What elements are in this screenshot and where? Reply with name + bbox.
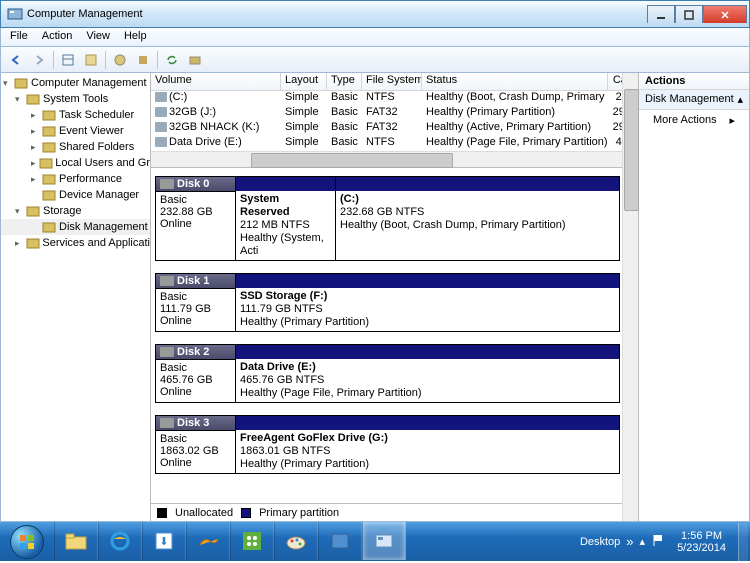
volume-headers[interactable]: Volume Layout Type File System Status Ca… [151,73,638,91]
main-area: ▾Computer Management▾System Tools▸Task S… [0,73,750,522]
tree-node[interactable]: ▾Computer Management [1,75,150,91]
collapse-icon: ▴ [737,93,743,106]
horizontal-scrollbar[interactable] [151,151,638,167]
tree-node[interactable]: ▸Local Users and Gr [1,155,150,171]
window-title: Computer Management [27,8,647,20]
menu-view[interactable]: View [79,28,117,46]
actions-section-label: Disk Management [645,93,734,106]
legend-unallocated: Unallocated [175,507,233,519]
menu-action[interactable]: Action [35,28,80,46]
partition[interactable]: FreeAgent GoFlex Drive (G:)1863.01 GB NT… [236,416,619,473]
disk-graphic-area[interactable]: Disk 0Basic232.88 GBOnlineSystem Reserve… [151,168,638,503]
menu-file[interactable]: File [3,28,35,46]
app-icon [7,6,23,22]
toolbar [0,47,750,73]
col-type[interactable]: Type [327,73,362,90]
tray-time: 1:56 PM [677,530,726,542]
actions-more[interactable]: More Actions ▸ [639,110,749,131]
icon-b[interactable] [184,49,206,71]
icon-a[interactable] [132,49,154,71]
disk-row[interactable]: Disk 2Basic465.76 GBOnlineData Drive (E:… [155,344,620,403]
back-button[interactable] [5,49,27,71]
partition[interactable]: System Reserved212 MB NTFSHealthy (Syste… [236,177,336,260]
volume-row[interactable]: (C:)SimpleBasicNTFSHealthy (Boot, Crash … [151,91,638,106]
partition[interactable]: SSD Storage (F:)111.79 GB NTFSHealthy (P… [236,274,619,331]
disk-row[interactable]: Disk 0Basic232.88 GBOnlineSystem Reserve… [155,176,620,261]
actions-header: Actions [639,73,749,90]
disk-row[interactable]: Disk 3Basic1863.02 GBOnlineFreeAgent GoF… [155,415,620,474]
col-layout[interactable]: Layout [281,73,327,90]
close-button[interactable] [703,5,747,23]
col-filesystem[interactable]: File System [362,73,422,90]
help-icon[interactable] [109,49,131,71]
menu-bar: File Action View Help [0,28,750,47]
system-tray: Desktop » ▴ 1:56 PM 5/23/2014 [580,523,750,561]
legend: Unallocated Primary partition [151,503,638,521]
legend-swatch-primary [241,508,251,518]
forward-button[interactable] [28,49,50,71]
refresh-icon[interactable] [161,49,183,71]
taskbar-explorer[interactable] [54,522,98,560]
tree-node[interactable]: ▸Event Viewer [1,123,150,139]
actions-panel: Actions Disk Management ▴ More Actions ▸ [638,73,749,521]
tray-expand-icon[interactable]: ▴ [640,535,646,548]
tree-node[interactable]: ▸Performance [1,171,150,187]
volume-row[interactable]: 32GB NHACK (K:)SimpleBasicFAT32Healthy (… [151,121,638,136]
tree-node[interactable]: Disk Management [1,219,150,235]
taskbar: ⬇ Desktop » ▴ 1:56 PM 5/23/2014 [0,522,750,561]
col-volume[interactable]: Volume [151,73,281,90]
tree-node[interactable]: Device Manager [1,187,150,203]
taskbar-items: ⬇ [54,522,406,561]
window-titlebar: Computer Management [0,0,750,28]
tree-node[interactable]: ▾Storage [1,203,150,219]
volume-row[interactable]: 32GB (J:)SimpleBasicFAT32Healthy (Primar… [151,106,638,121]
partition[interactable]: (C:)232.68 GB NTFSHealthy (Boot, Crash D… [336,177,619,260]
taskbar-app2[interactable] [186,522,230,560]
taskbar-paint[interactable] [274,522,318,560]
taskbar-app1[interactable]: ⬇ [142,522,186,560]
center-panel: Volume Layout Type File System Status Ca… [151,73,638,521]
partition[interactable]: Data Drive (E:)465.76 GB NTFSHealthy (Pa… [236,345,619,402]
tree-node[interactable]: ▸Task Scheduler [1,107,150,123]
tree-node[interactable]: ▸Services and Applicati [1,235,150,251]
view-icon[interactable] [57,49,79,71]
prop-icon[interactable] [80,49,102,71]
taskbar-app4[interactable] [318,522,362,560]
nav-tree[interactable]: ▾Computer Management▾System Tools▸Task S… [1,73,151,521]
legend-primary: Primary partition [259,507,339,519]
taskbar-ie[interactable] [98,522,142,560]
tree-node[interactable]: ▾System Tools [1,91,150,107]
actions-more-label: More Actions [653,114,717,127]
svg-text:⬇: ⬇ [159,536,168,548]
tray-desktop-label[interactable]: Desktop [580,536,620,548]
volume-row[interactable]: Data Drive (E:)SimpleBasicNTFSHealthy (P… [151,136,638,151]
taskbar-compmgmt[interactable] [362,522,406,560]
show-desktop-button[interactable] [738,523,748,561]
maximize-button[interactable] [675,5,703,23]
legend-swatch-unallocated [157,508,167,518]
taskbar-app3[interactable] [230,522,274,560]
tray-chevron-icon[interactable]: » [626,534,633,549]
tray-date: 5/23/2014 [677,542,726,554]
actions-section[interactable]: Disk Management ▴ [639,90,749,110]
tray-clock[interactable]: 1:56 PM 5/23/2014 [671,530,732,554]
col-status[interactable]: Status [422,73,608,90]
tree-node[interactable]: ▸Shared Folders [1,139,150,155]
start-button[interactable] [0,522,54,561]
chevron-right-icon: ▸ [729,114,735,127]
menu-help[interactable]: Help [117,28,154,46]
tray-flag-icon[interactable] [651,533,665,550]
minimize-button[interactable] [647,5,675,23]
volume-list[interactable]: Volume Layout Type File System Status Ca… [151,73,638,168]
disk-row[interactable]: Disk 1Basic111.79 GBOnlineSSD Storage (F… [155,273,620,332]
vertical-scrollbar[interactable] [622,168,638,503]
